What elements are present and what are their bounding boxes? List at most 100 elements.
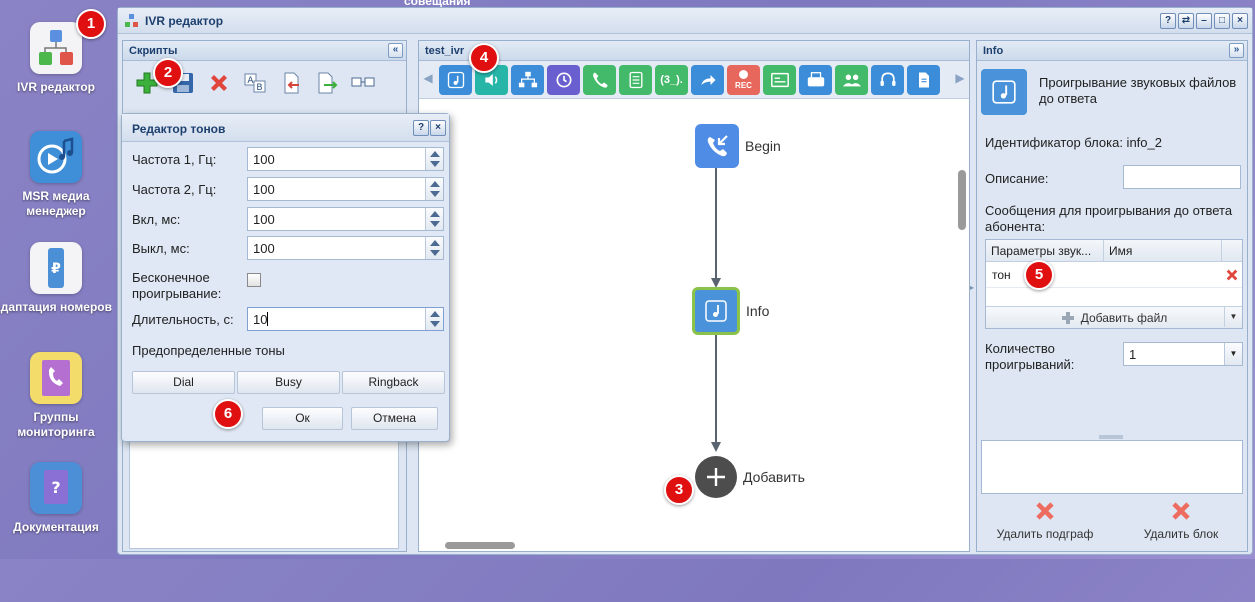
documentation-app-icon: ? xyxy=(30,462,82,514)
freq1-input[interactable]: 100 xyxy=(247,147,444,171)
duplicate-icon[interactable] xyxy=(349,69,377,97)
off-ms-value: 100 xyxy=(253,241,275,256)
tool-document-button[interactable] xyxy=(907,65,940,95)
spinner-arrows-icon[interactable] xyxy=(425,148,443,170)
ok-button[interactable]: Ок xyxy=(262,407,343,430)
marker-5: 5 xyxy=(1024,260,1054,290)
delete-icon xyxy=(1172,502,1190,520)
svg-text:B: B xyxy=(256,83,262,93)
info-collapse-button[interactable]: » xyxy=(1229,43,1244,58)
delete-subgraph-button[interactable]: Удалить подграф xyxy=(977,498,1113,541)
import-icon[interactable] xyxy=(277,69,305,97)
tool-headset-button[interactable] xyxy=(871,65,904,95)
hierarchy-icon xyxy=(517,70,539,90)
tool-group-button[interactable] xyxy=(835,65,868,95)
info-notes-area[interactable] xyxy=(981,440,1243,494)
spinner-arrows-icon[interactable] xyxy=(425,208,443,230)
node-info[interactable]: Info xyxy=(692,287,769,335)
description-input[interactable] xyxy=(1123,165,1241,189)
close-button[interactable]: × xyxy=(1232,13,1248,29)
spinner-arrows-icon[interactable] xyxy=(425,237,443,259)
infinite-play-checkbox[interactable] xyxy=(247,273,261,287)
info-panel: Info » Проигрывание звуковых файлов до о… xyxy=(976,40,1248,552)
node-begin[interactable]: Begin xyxy=(695,124,781,168)
switch-button[interactable]: ⇄ xyxy=(1178,13,1194,29)
delete-icon[interactable] xyxy=(205,69,233,97)
desktop-item-number-adaptation[interactable]: ₽ Адаптация номеров xyxy=(0,242,112,315)
help-button[interactable]: ? xyxy=(1160,13,1176,29)
preset-dial-button[interactable]: Dial xyxy=(132,371,235,394)
chevron-down-icon[interactable]: ▼ xyxy=(1224,343,1242,365)
spinner-arrows-icon[interactable] xyxy=(425,178,443,200)
grid-column-params[interactable]: Параметры звук... xyxy=(986,240,1104,261)
grid-column-name[interactable]: Имя xyxy=(1104,240,1222,261)
off-ms-label: Выкл, мс: xyxy=(132,241,190,256)
desktop-item-monitoring-groups[interactable]: Группы мониторинга xyxy=(0,352,112,440)
on-ms-value: 100 xyxy=(253,212,275,227)
desktop-item-label: Группы мониторинга xyxy=(17,410,95,439)
tool-phone-button[interactable] xyxy=(583,65,616,95)
play-count-select[interactable]: 1 ▼ xyxy=(1123,342,1243,366)
tool-fax-button[interactable] xyxy=(799,65,832,95)
tool-redirect-button[interactable] xyxy=(691,65,724,95)
toolbar-scroll-right-icon[interactable]: ▶ xyxy=(953,71,967,89)
chevron-down-icon[interactable]: ▼ xyxy=(1224,307,1242,327)
maximize-button[interactable]: □ xyxy=(1214,13,1230,29)
marker-3: 3 xyxy=(664,475,694,505)
off-ms-input[interactable]: 100 xyxy=(247,236,444,260)
canvas-horizontal-scrollbar[interactable] xyxy=(419,540,959,550)
node-add[interactable]: Добавить xyxy=(695,456,805,498)
info-actions: Удалить подграф Удалить блок xyxy=(977,498,1249,541)
block-toolbar: ◀ (3_). REC ▶ xyxy=(419,61,969,99)
freq2-input[interactable]: 100 xyxy=(247,177,444,201)
preset-busy-button[interactable]: Busy xyxy=(237,371,340,394)
desktop-item-label: Адаптация номеров xyxy=(0,300,112,314)
on-ms-label: Вкл, мс: xyxy=(132,212,181,227)
marker-1: 1 xyxy=(76,9,106,39)
tool-card-button[interactable] xyxy=(763,65,796,95)
play-count-label: Количество проигрываний: xyxy=(985,341,1075,372)
play-count-value: 1 xyxy=(1129,347,1137,362)
dialog-close-button[interactable]: × xyxy=(430,120,446,136)
tool-hierarchy-button[interactable] xyxy=(511,65,544,95)
canvas-vertical-scrollbar[interactable] xyxy=(957,162,967,602)
marker-4: 4 xyxy=(469,43,499,73)
grid-header: Параметры звук... Имя xyxy=(986,240,1242,262)
svg-text:₽: ₽ xyxy=(51,261,61,277)
spinner-arrows-icon[interactable] xyxy=(425,308,443,330)
cancel-button[interactable]: Отмена xyxy=(351,407,438,430)
music-note-icon xyxy=(981,69,1027,115)
marker-6: 6 xyxy=(213,399,243,429)
preset-ringback-button[interactable]: Ringback xyxy=(342,371,445,394)
rename-icon[interactable]: AB xyxy=(241,69,269,97)
info-block-heading: Проигрывание звуковых файлов до ответа xyxy=(1039,75,1237,106)
description-label: Описание: xyxy=(985,171,1049,186)
desktop-item-documentation[interactable]: ? Документация xyxy=(0,462,112,535)
tool-record-button[interactable]: REC xyxy=(727,65,760,95)
toolbar-scroll-left-icon[interactable]: ◀ xyxy=(421,71,435,89)
node-add-label: Добавить xyxy=(743,469,805,485)
desktop-item-msr-media[interactable]: MSR медиа менеджер xyxy=(0,131,112,219)
delete-row-icon[interactable] xyxy=(1224,267,1240,283)
scripts-collapse-button[interactable]: « xyxy=(388,43,403,58)
tool-list-button[interactable] xyxy=(619,65,652,95)
minimize-button[interactable]: – xyxy=(1196,13,1212,29)
tool-music-note-button[interactable] xyxy=(439,65,472,95)
window-titlebar[interactable]: IVR редактор xyxy=(118,8,1252,34)
canvas-panel: test_ivr ◀ (3_). REC ▶ Begin Info Добави… xyxy=(418,40,970,552)
duration-value: 10 xyxy=(253,312,268,327)
export-icon[interactable] xyxy=(313,69,341,97)
add-icon xyxy=(1061,311,1074,324)
text-cursor xyxy=(267,312,269,326)
resize-handle[interactable] xyxy=(1099,435,1123,439)
tool-clock-button[interactable] xyxy=(547,65,580,95)
dialog-help-button[interactable]: ? xyxy=(413,120,429,136)
dialog-titlebar[interactable]: Редактор тонов ? × xyxy=(122,114,449,142)
flow-canvas[interactable]: Begin Info Добавить xyxy=(419,100,969,550)
on-ms-input[interactable]: 100 xyxy=(247,207,444,231)
ivr-logo-icon xyxy=(125,14,138,27)
delete-block-button[interactable]: Удалить блок xyxy=(1113,498,1249,541)
duration-input[interactable]: 10 xyxy=(247,307,444,331)
add-file-button[interactable]: Добавить файл ▼ xyxy=(986,306,1242,328)
tool-dial-button[interactable]: (3_). xyxy=(655,65,688,95)
